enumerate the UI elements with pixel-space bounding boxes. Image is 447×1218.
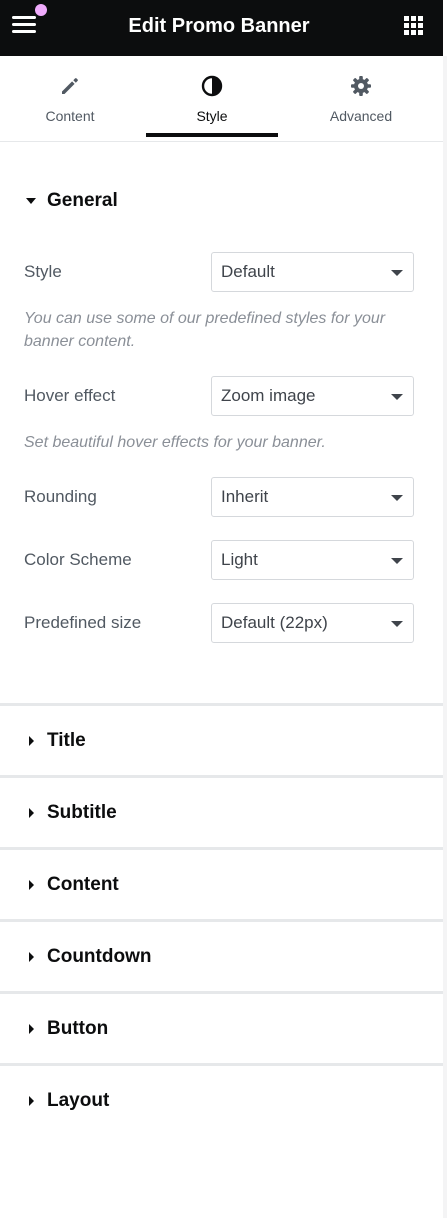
chevron-down-icon (391, 621, 403, 627)
caret-right-icon (29, 808, 34, 818)
section-button-label: Button (47, 1018, 109, 1039)
tab-content[interactable]: Content (0, 56, 140, 142)
tab-style-label: Style (196, 108, 228, 124)
tab-style[interactable]: Style (146, 56, 278, 142)
panel-tabs: Content Style Advanced (0, 56, 443, 142)
color-scheme-select[interactable]: Light (211, 540, 414, 580)
rounding-select-value: Inherit (221, 487, 269, 506)
color-scheme-select-value: Light (221, 550, 258, 569)
caret-down-icon (26, 198, 36, 204)
chevron-down-icon (391, 495, 403, 501)
hover-effect-select[interactable]: Zoom image (211, 376, 414, 416)
section-title-label: Title (47, 730, 86, 751)
caret-right-icon (29, 1024, 34, 1034)
predefined-size-select[interactable]: Default (22px) (211, 603, 414, 643)
caret-right-icon (29, 736, 34, 746)
tab-advanced-label: Advanced (329, 108, 393, 124)
gear-icon (351, 76, 371, 96)
section-countdown-header[interactable]: Countdown (0, 922, 443, 991)
pencil-icon (62, 78, 78, 94)
panel-title: Edit Promo Banner (128, 15, 310, 37)
color-scheme-label: Color Scheme (24, 550, 132, 569)
predefined-size-select-value: Default (22px) (221, 613, 328, 632)
style-label: Style (24, 262, 62, 281)
chevron-down-icon (391, 558, 403, 564)
section-layout-header[interactable]: Layout (0, 1066, 443, 1135)
active-tab-indicator (146, 133, 278, 137)
style-help-text: You can use some of our predefined style… (24, 310, 386, 350)
tab-content-label: Content (45, 108, 95, 124)
chevron-down-icon (391, 270, 403, 276)
chevron-down-icon (391, 394, 403, 400)
caret-right-icon (29, 1096, 34, 1106)
section-title-header[interactable]: Title (0, 706, 443, 775)
editor-header: Edit Promo Banner (0, 0, 443, 56)
section-content-label: Content (47, 874, 119, 895)
section-content-header[interactable]: Content (0, 850, 443, 919)
grid-icon[interactable] (404, 16, 424, 36)
section-subtitle-header[interactable]: Subtitle (0, 778, 443, 847)
section-general-title: General (47, 190, 118, 211)
style-select[interactable]: Default (211, 252, 414, 292)
section-button-header[interactable]: Button (0, 994, 443, 1063)
hover-effect-label: Hover effect (24, 386, 116, 405)
caret-right-icon (29, 880, 34, 890)
caret-right-icon (29, 952, 34, 962)
hover-effect-select-value: Zoom image (221, 386, 316, 405)
section-countdown-label: Countdown (47, 946, 152, 967)
style-select-value: Default (221, 262, 275, 281)
section-general-header[interactable]: General (0, 190, 443, 260)
rounding-select[interactable]: Inherit (211, 477, 414, 517)
half-circle-icon (201, 75, 223, 97)
scrollbar[interactable] (443, 56, 447, 1218)
hover-help-text: Set beautiful hover effects for your ban… (24, 434, 326, 451)
predefined-size-label: Predefined size (24, 613, 142, 632)
tab-advanced[interactable]: Advanced (286, 56, 436, 142)
section-subtitle-label: Subtitle (47, 802, 117, 823)
rounding-label: Rounding (24, 487, 97, 506)
section-layout-label: Layout (47, 1090, 110, 1111)
